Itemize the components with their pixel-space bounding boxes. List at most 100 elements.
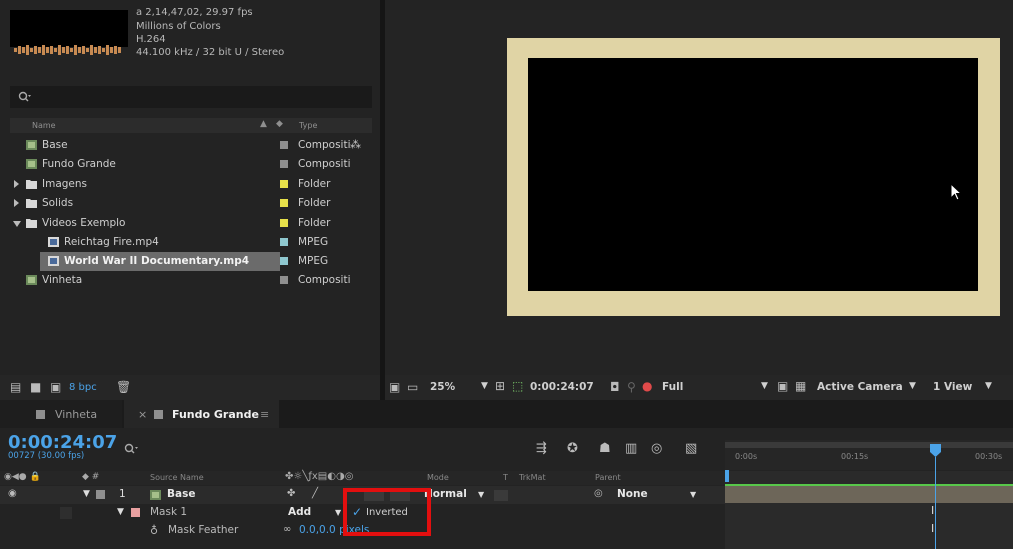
flowchart-icon[interactable]: ⁂ [350, 138, 361, 151]
panel-menu-icon[interactable]: ≡ [260, 408, 269, 421]
composition-mini-flowchart-icon[interactable]: ⇶ [536, 441, 547, 456]
hide-shy-layers-icon[interactable]: ☗ [599, 441, 611, 456]
color-channels-icon[interactable]: ● [642, 379, 652, 393]
viewer-timecode[interactable]: 0:00:24:07 [530, 381, 594, 393]
trash-icon[interactable]: 🗑 [116, 380, 131, 394]
new-composition-icon[interactable]: ▣ [50, 380, 61, 394]
expand-arrow-icon[interactable] [14, 180, 19, 188]
stopwatch-icon[interactable]: ♁ [150, 524, 158, 537]
column-t[interactable]: T [503, 473, 508, 482]
item-name: Imagens [42, 178, 88, 190]
switch-slot[interactable] [60, 507, 72, 519]
layer-duration-bar[interactable] [725, 485, 1013, 503]
project-item-world-war-ii[interactable]: World War II Documentary.mp4 MPEG [10, 252, 372, 271]
preview-icon[interactable]: ▣ [389, 380, 400, 394]
shy-switch-icon[interactable]: ✤ [287, 488, 295, 499]
dropdown-arrow-icon[interactable]: ▼ [481, 381, 488, 391]
dropdown-arrow-icon[interactable]: ▼ [761, 381, 768, 391]
frame-blending-icon[interactable]: ▥ [625, 441, 637, 456]
folder-icon [26, 219, 37, 228]
dropdown-arrow-icon[interactable]: ▼ [478, 490, 484, 499]
video-file-icon [48, 256, 59, 266]
label-color-swatch[interactable] [280, 276, 288, 284]
footage-thumbnail [10, 10, 128, 47]
keyframe-marker-icon[interactable]: I [931, 522, 934, 535]
parent-select[interactable]: None [617, 488, 648, 500]
work-area-bar[interactable] [725, 442, 1013, 448]
toggle-grid-icon[interactable]: ▦ [795, 379, 806, 393]
bit-depth-button[interactable]: 8 bpc [69, 382, 97, 393]
column-source-name[interactable]: Source Name [150, 473, 204, 482]
project-item-fundo-grande[interactable]: Fundo Grande Compositi [10, 155, 372, 174]
graph-editor-icon[interactable]: ▧ [685, 441, 697, 456]
project-search-input[interactable] [10, 86, 372, 108]
dropdown-arrow-icon[interactable]: ▼ [909, 381, 916, 391]
ruler-label: 00:15s [841, 452, 869, 461]
mask-name[interactable]: Mask 1 [150, 506, 187, 518]
collapse-arrow-icon[interactable]: ▼ [83, 489, 90, 499]
keyframe-marker-icon[interactable]: I [931, 504, 934, 517]
project-item-base[interactable]: Base Compositi ⁂ [10, 136, 372, 155]
zoom-level[interactable]: 25% [430, 381, 455, 393]
column-mode[interactable]: Mode [427, 473, 449, 482]
region-of-interest-icon[interactable]: ⊞ [495, 379, 505, 393]
project-item-solids[interactable]: Solids Folder [10, 194, 372, 213]
mask-color-swatch[interactable] [131, 508, 140, 517]
current-time-display[interactable]: 0:00:24:07 [8, 432, 117, 453]
work-area-start-handle[interactable] [725, 470, 729, 482]
timeline-search-icon[interactable] [124, 443, 140, 456]
dropdown-arrow-icon[interactable]: ▼ [985, 381, 992, 391]
tab-fundo-grande[interactable]: × Fundo Grande ≡ [124, 400, 279, 428]
project-item-vinheta[interactable]: Vinheta Compositi [10, 271, 372, 290]
column-trkmat[interactable]: TrkMat [519, 473, 546, 482]
motion-blur-icon[interactable]: ◎ [651, 441, 662, 456]
pick-whip-icon[interactable]: ◎ [594, 488, 603, 499]
quality-switch-icon[interactable]: ╱ [312, 488, 318, 499]
audio-waveform [14, 45, 121, 55]
show-snapshot-icon[interactable]: ⚲ [627, 380, 636, 394]
current-time-indicator[interactable] [935, 457, 936, 549]
mask-mode-select[interactable]: Add [288, 506, 311, 518]
item-name: World War II Documentary.mp4 [64, 255, 250, 267]
project-item-videos-exemplo[interactable]: Videos Exemplo Folder [10, 214, 372, 233]
transparency-grid-icon[interactable]: ⬚ [512, 379, 523, 393]
view-layout-select[interactable]: 1 View [933, 381, 972, 393]
label-color-swatch[interactable] [280, 219, 288, 227]
camera-select[interactable]: Active Camera [817, 381, 903, 393]
snapshot-icon[interactable]: ◘ [610, 380, 620, 394]
interpret-footage-icon[interactable]: ▤ [10, 380, 21, 394]
label-color-swatch[interactable] [280, 199, 288, 207]
label-color-swatch[interactable] [280, 180, 288, 188]
visibility-eye-icon[interactable]: ◉ [8, 488, 17, 499]
label-color-swatch[interactable] [280, 160, 288, 168]
time-ruler[interactable]: 0:00s 00:15s 00:30s [725, 440, 1013, 470]
new-folder-icon[interactable]: ■ [30, 380, 41, 394]
label-color-swatch[interactable] [96, 490, 105, 499]
layer-columns-header: ◉◀● 🔒 ◆ # Source Name ✤☼╲ƒx▤◐◑◎ Mode T T… [0, 471, 725, 485]
dropdown-arrow-icon[interactable]: ▼ [335, 508, 341, 517]
draft-3d-icon[interactable]: ✪ [567, 441, 578, 456]
monitor-icon[interactable]: ▭ [407, 380, 418, 394]
current-frame-display: 00727 (30.00 fps) [8, 451, 85, 461]
label-color-swatch[interactable] [280, 141, 288, 149]
column-name[interactable]: Name [32, 121, 56, 130]
layer-name[interactable]: Base [167, 488, 195, 500]
collapse-arrow-icon[interactable]: ▼ [117, 507, 124, 517]
preserve-transparency-checkbox[interactable] [494, 490, 508, 501]
collapse-arrow-icon[interactable] [13, 221, 21, 227]
tab-vinheta[interactable]: Vinheta [0, 400, 122, 428]
project-item-imagens[interactable]: Imagens Folder [10, 175, 372, 194]
close-tab-icon[interactable]: × [138, 408, 147, 421]
label-color-swatch[interactable] [280, 238, 288, 246]
constrain-proportions-icon[interactable]: ∞ [283, 524, 291, 535]
project-item-reichtag-fire[interactable]: Reichtag Fire.mp4 MPEG [10, 233, 372, 252]
dropdown-arrow-icon[interactable]: ▼ [690, 490, 696, 499]
column-parent[interactable]: Parent [595, 473, 621, 482]
label-tag-icon: ◆ [276, 119, 283, 129]
column-type[interactable]: Type [299, 121, 317, 130]
fast-preview-icon[interactable]: ▣ [777, 379, 788, 393]
expand-arrow-icon[interactable] [14, 199, 19, 207]
track-area[interactable]: I I [725, 471, 1013, 549]
label-color-swatch[interactable] [280, 257, 288, 265]
resolution-select[interactable]: Full [662, 381, 683, 393]
